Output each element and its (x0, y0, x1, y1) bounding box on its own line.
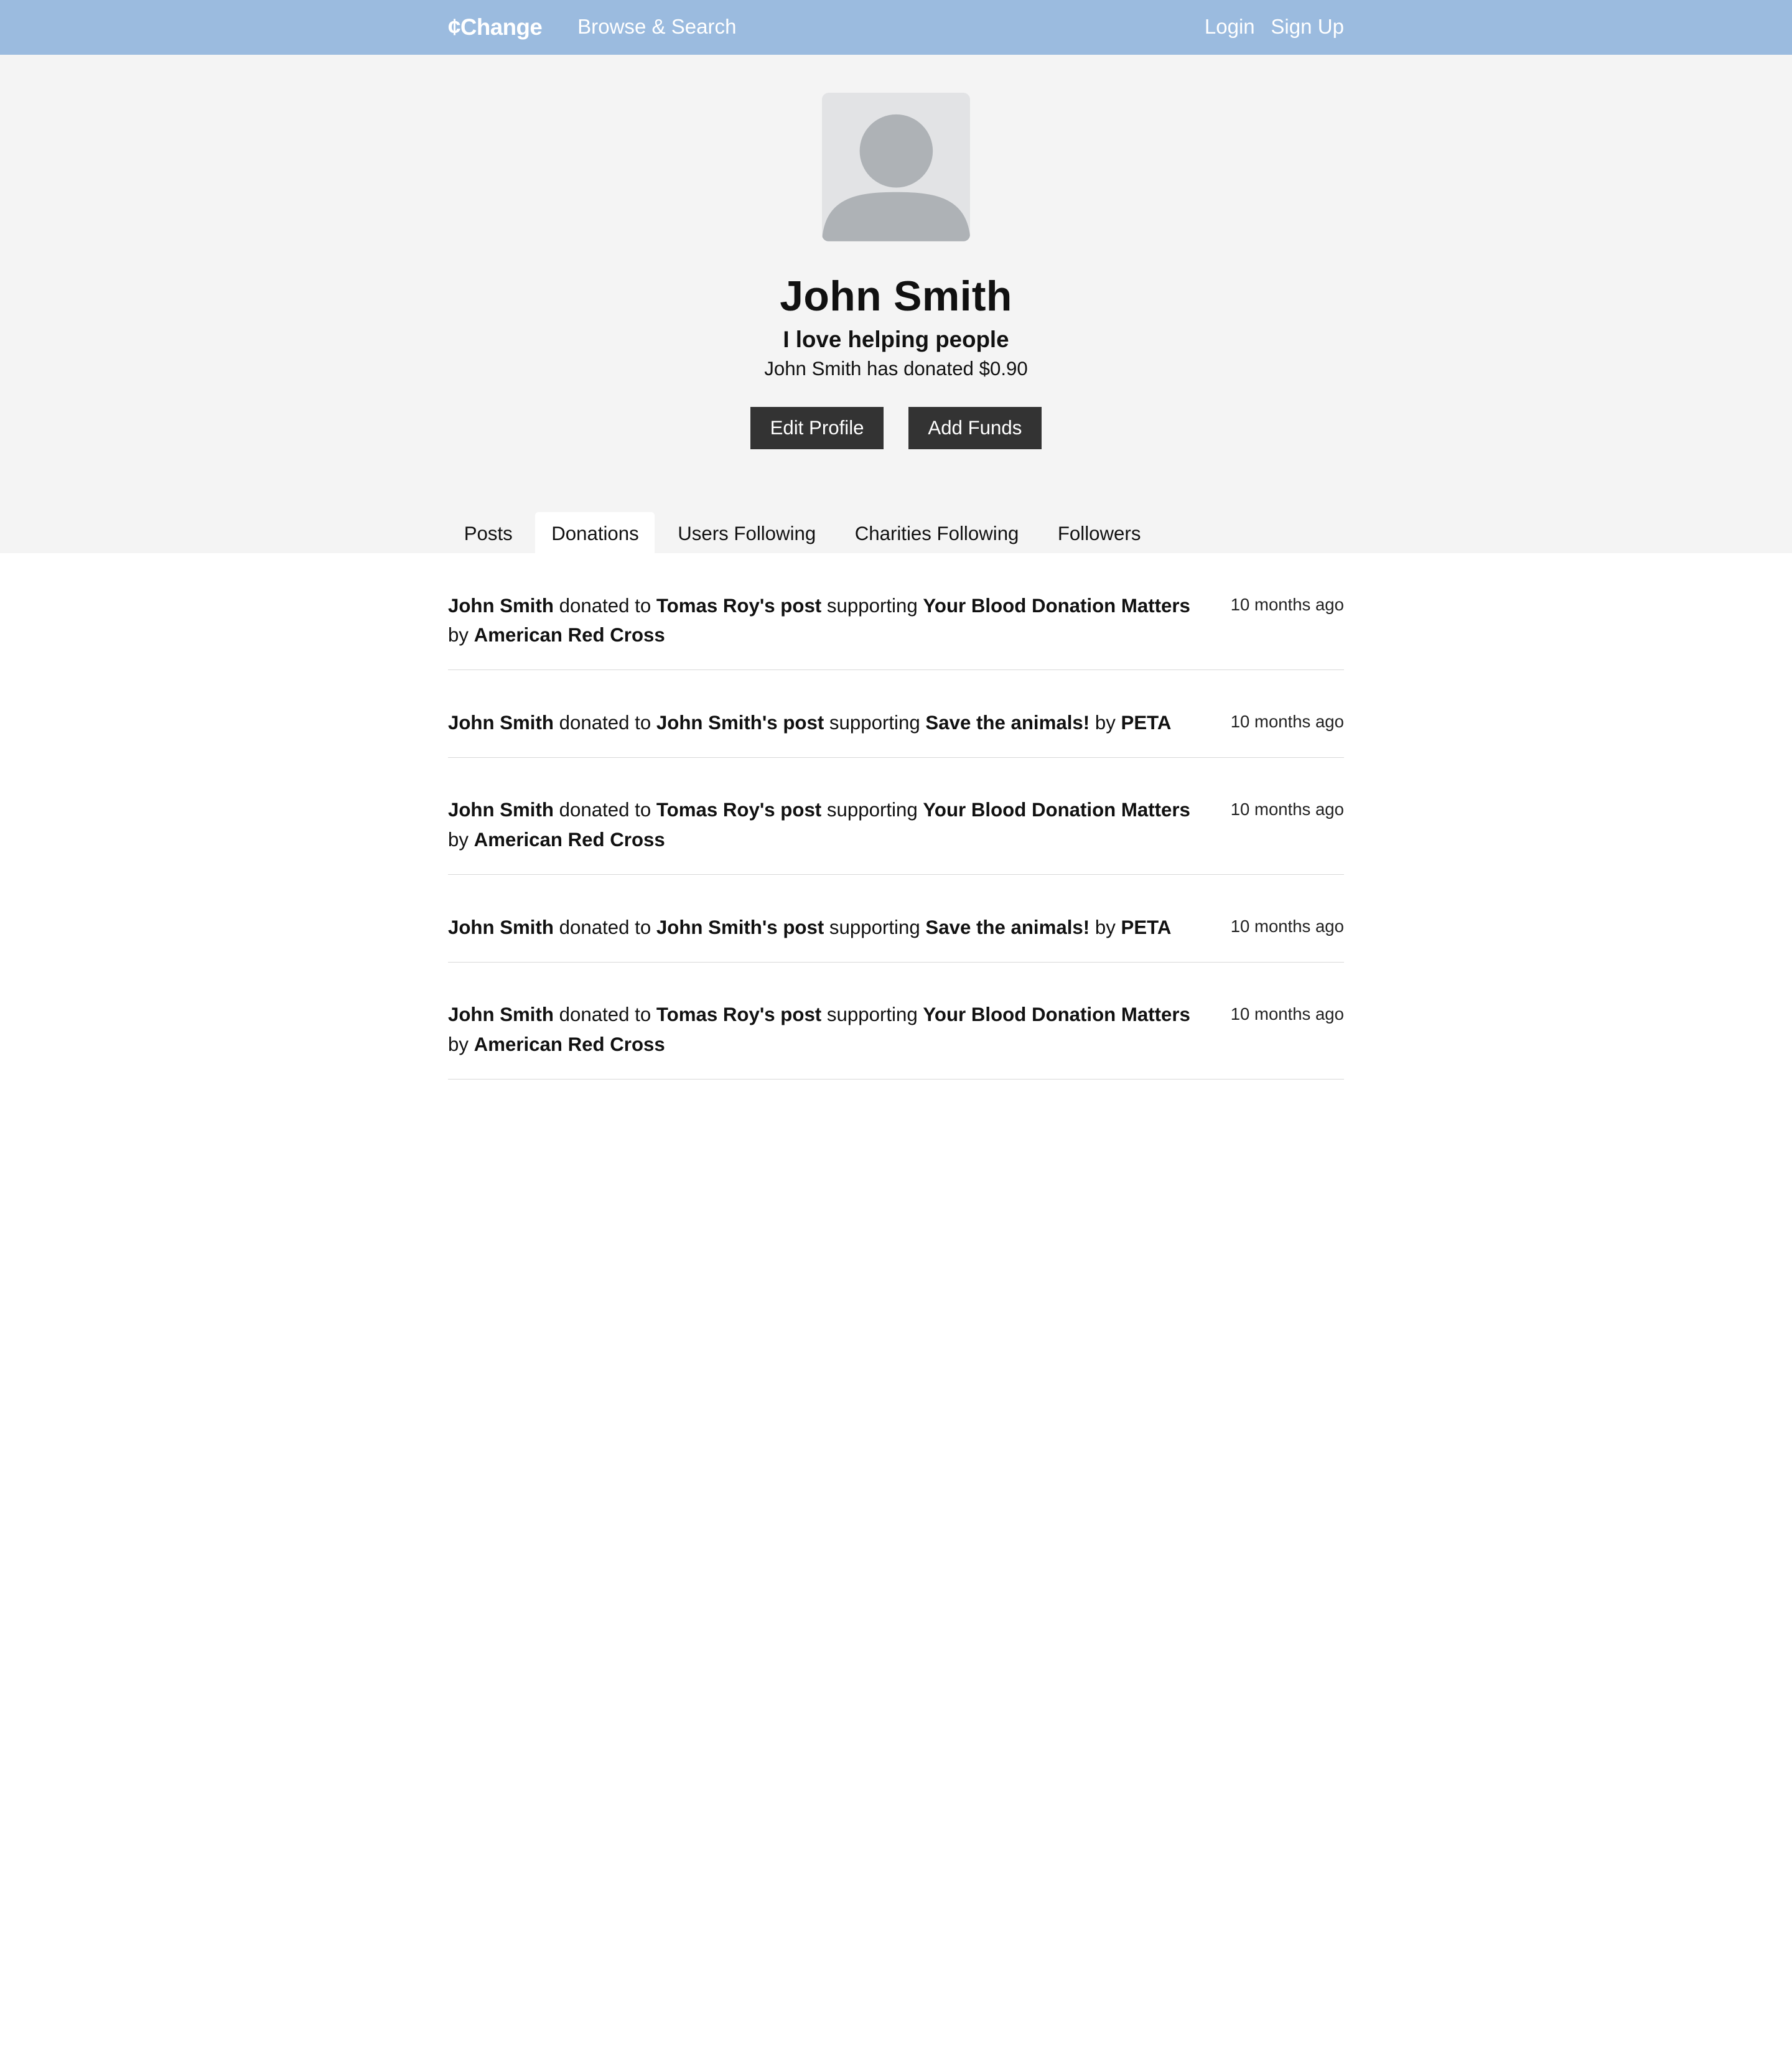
donation-time: 10 months ago (1230, 594, 1344, 614)
cause-link[interactable]: Your Blood Donation Matters (923, 799, 1190, 821)
donation-by: by (1094, 711, 1116, 734)
cause-link[interactable]: Your Blood Donation Matters (923, 1004, 1190, 1025)
post-link[interactable]: Tomas Roy's post (656, 1004, 821, 1025)
charity-link[interactable]: American Red Cross (474, 1033, 665, 1055)
donation-text: John Smith donated to Tomas Roy's post s… (448, 1000, 1202, 1060)
navbar-inner: ¢Change Browse & Search Login Sign Up (448, 0, 1344, 55)
donor-link[interactable]: John Smith (448, 917, 554, 938)
user-silhouette-icon (821, 92, 971, 241)
tab-users-following[interactable]: Users Following (661, 512, 831, 553)
cause-link[interactable]: Your Blood Donation Matters (923, 595, 1190, 617)
page: ¢Change Browse & Search Login Sign Up Jo… (0, 0, 1792, 1120)
tab-charities-following[interactable]: Charities Following (839, 512, 1035, 553)
donor-link[interactable]: John Smith (448, 1004, 554, 1025)
donation-supporting: supporting (829, 916, 920, 938)
tab-followers[interactable]: Followers (1042, 512, 1157, 553)
donations-list: John Smith donated to Tomas Roy's post s… (447, 553, 1344, 1080)
login-link[interactable]: Login (1205, 16, 1255, 39)
donation-by: by (1094, 916, 1116, 938)
donation-time: 10 months ago (1230, 1004, 1344, 1024)
edit-profile-button[interactable]: Edit Profile (750, 406, 884, 449)
donation-supporting: supporting (826, 1004, 918, 1026)
profile-bio: I love helping people (783, 327, 1009, 353)
donation-by: by (447, 1033, 469, 1056)
signup-link[interactable]: Sign Up (1271, 16, 1344, 39)
profile-header: John Smith I love helping people John Sm… (0, 55, 1792, 553)
post-link[interactable]: John Smith's post (656, 712, 824, 734)
donation-text: John Smith donated to John Smith's post … (448, 913, 1248, 943)
add-funds-button[interactable]: Add Funds (908, 406, 1042, 449)
list-item: John Smith donated to Tomas Roy's post s… (447, 758, 1344, 875)
profile-name: John Smith (780, 273, 1012, 320)
donation-time: 10 months ago (1230, 916, 1344, 936)
donation-verb: donated to (559, 594, 651, 617)
donation-supporting: supporting (826, 594, 918, 617)
tab-donations[interactable]: Donations (535, 511, 655, 553)
donor-link[interactable]: John Smith (448, 712, 554, 734)
donation-supporting: supporting (829, 711, 920, 734)
donor-link[interactable]: John Smith (448, 595, 554, 617)
list-item: John Smith donated to Tomas Roy's post s… (447, 553, 1344, 671)
donation-text: John Smith donated to Tomas Roy's post s… (448, 591, 1202, 651)
donated-total: John Smith has donated $0.90 (764, 357, 1028, 380)
donor-link[interactable]: John Smith (448, 799, 554, 821)
donation-by: by (447, 624, 469, 646)
cause-link[interactable]: Save the animals! (925, 712, 1090, 734)
donation-time: 10 months ago (1230, 712, 1344, 732)
post-link[interactable]: John Smith's post (656, 917, 824, 938)
profile-actions: Edit Profile Add Funds (0, 406, 1792, 449)
donation-supporting: supporting (826, 799, 918, 821)
browse-search-link[interactable]: Browse & Search (577, 16, 736, 39)
charity-link[interactable]: PETA (1121, 712, 1172, 734)
tab-posts[interactable]: Posts (448, 512, 528, 553)
cause-link[interactable]: Save the animals! (925, 917, 1090, 938)
donation-verb: donated to (559, 916, 651, 938)
charity-link[interactable]: American Red Cross (474, 624, 665, 646)
post-link[interactable]: Tomas Roy's post (656, 595, 821, 617)
donation-verb: donated to (559, 711, 651, 734)
donation-text: John Smith donated to Tomas Roy's post s… (448, 795, 1202, 855)
post-link[interactable]: Tomas Roy's post (656, 799, 821, 821)
donation-verb: donated to (559, 799, 651, 821)
charity-link[interactable]: PETA (1121, 917, 1172, 938)
profile-tabs: Posts Donations Users Following Charitie… (448, 511, 1164, 553)
list-item: John Smith donated to John Smith's post … (447, 670, 1344, 758)
donation-text: John Smith donated to John Smith's post … (448, 708, 1248, 738)
donation-verb: donated to (559, 1004, 651, 1026)
list-item: John Smith donated to John Smith's post … (447, 875, 1344, 963)
list-item: John Smith donated to Tomas Roy's post s… (447, 963, 1344, 1080)
donation-by: by (447, 829, 469, 851)
site-logo[interactable]: ¢Change (448, 14, 543, 40)
top-navbar: ¢Change Browse & Search Login Sign Up (0, 0, 1792, 55)
donation-time: 10 months ago (1230, 799, 1344, 819)
charity-link[interactable]: American Red Cross (474, 829, 665, 851)
